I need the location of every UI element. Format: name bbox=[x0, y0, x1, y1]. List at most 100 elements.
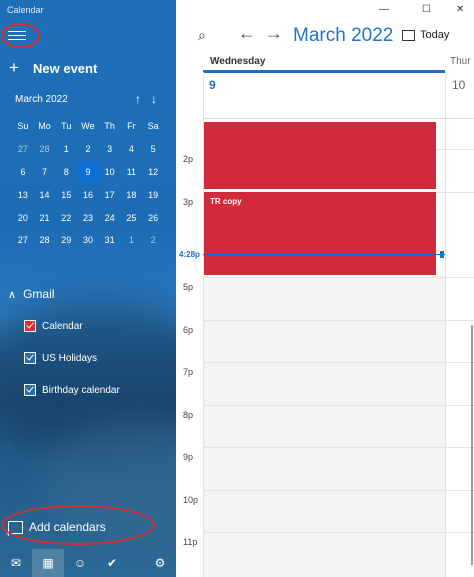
checkbox[interactable] bbox=[24, 320, 36, 332]
arrow-right-icon[interactable]: → bbox=[265, 23, 283, 44]
hour-label: 6p bbox=[183, 325, 194, 335]
current-time-line bbox=[203, 254, 445, 255]
mini-calendar-day[interactable]: 4 bbox=[121, 138, 143, 161]
hour-label: 3p bbox=[183, 197, 194, 207]
hour-line bbox=[203, 320, 474, 321]
mini-calendar-day[interactable]: 13 bbox=[12, 183, 34, 206]
mini-calendar-day[interactable]: 27 bbox=[12, 229, 34, 252]
mini-calendar-day[interactable]: 19 bbox=[142, 183, 164, 206]
next-day-number[interactable]: 10 bbox=[452, 78, 465, 92]
checkbox[interactable] bbox=[24, 352, 36, 364]
hour-label: 10p bbox=[183, 495, 199, 505]
mini-calendar-day[interactable]: 1 bbox=[121, 229, 143, 252]
month-title[interactable]: March 2022 bbox=[293, 25, 393, 47]
mini-calendar-day[interactable]: 17 bbox=[99, 183, 121, 206]
divider bbox=[445, 72, 446, 577]
current-time-marker bbox=[440, 251, 444, 258]
mini-calendar-day[interactable]: 8 bbox=[55, 161, 77, 184]
mini-calendar-day[interactable]: 29 bbox=[55, 229, 77, 252]
mini-calendar-day[interactable]: 3 bbox=[99, 138, 121, 161]
mini-calendar-day[interactable]: 22 bbox=[55, 206, 77, 229]
selected-day-indicator bbox=[203, 70, 445, 73]
app-title: Calendar bbox=[7, 5, 44, 15]
calendar-item-calendar[interactable]: Calendar bbox=[24, 320, 83, 332]
weekday-header: Su bbox=[17, 121, 29, 132]
people-icon[interactable]: ☺ bbox=[64, 556, 96, 570]
mini-calendar-day[interactable]: 26 bbox=[142, 206, 164, 229]
weekday-header: Mo bbox=[38, 121, 51, 132]
mini-calendar-day[interactable]: 9 bbox=[77, 160, 99, 184]
mini-calendar-day[interactable]: 28 bbox=[34, 138, 56, 161]
plus-icon: + bbox=[9, 58, 19, 77]
search-icon[interactable]: ⌕ bbox=[198, 27, 206, 44]
day-view: — ☐ ✕ ⌕ ← → March 2022 Today Wednesday T… bbox=[176, 0, 474, 577]
mini-calendar-day[interactable]: 5 bbox=[142, 138, 164, 161]
next-day-name: Thur bbox=[450, 56, 471, 67]
todo-icon[interactable]: ✔ bbox=[96, 556, 128, 570]
mini-calendar-day[interactable]: 11 bbox=[121, 161, 143, 184]
mini-calendar-day[interactable]: 16 bbox=[77, 183, 99, 206]
minimize-icon[interactable]: — bbox=[379, 4, 389, 15]
calendar-icon[interactable]: ▦ bbox=[32, 549, 64, 577]
hour-line bbox=[203, 532, 474, 533]
hour-label: 2p bbox=[183, 154, 194, 164]
arrow-down-icon[interactable]: ↓ bbox=[151, 92, 157, 106]
today-button[interactable]: Today bbox=[402, 29, 449, 41]
hour-label: 11p bbox=[183, 537, 198, 547]
hour-line bbox=[203, 490, 474, 491]
calendar-item-birthday[interactable]: Birthday calendar bbox=[24, 384, 120, 396]
new-event-button[interactable]: + New event bbox=[9, 58, 97, 77]
arrow-up-icon[interactable]: ↑ bbox=[135, 92, 141, 106]
mini-calendar-day[interactable]: 6 bbox=[12, 161, 34, 184]
mini-calendar-month: March 2022 bbox=[15, 94, 68, 105]
maximize-icon[interactable]: ☐ bbox=[422, 4, 431, 15]
mini-calendar-day[interactable]: 10 bbox=[99, 161, 121, 184]
mini-calendar-day[interactable]: 28 bbox=[34, 229, 56, 252]
mini-calendar: Su Mo Tu We Th Fr Sa 27 28 1 2 3 4 5 6 7 8 9 10 11 12 13 14 15… bbox=[12, 115, 164, 252]
event-block[interactable]: TR copy bbox=[204, 192, 436, 275]
mail-icon[interactable]: ✉ bbox=[0, 556, 32, 570]
mini-calendar-day[interactable]: 12 bbox=[142, 161, 164, 184]
chevron-up-icon: ∧ bbox=[8, 288, 17, 301]
settings-icon[interactable]: ⚙ bbox=[144, 556, 176, 570]
scrollbar[interactable] bbox=[471, 325, 473, 565]
mini-calendar-day[interactable]: 25 bbox=[121, 206, 143, 229]
mini-calendar-day[interactable]: 21 bbox=[34, 206, 56, 229]
mini-calendar-day[interactable]: 14 bbox=[34, 183, 56, 206]
mini-calendar-header: March 2022 ↑ ↓ bbox=[15, 92, 165, 106]
annotation-circle bbox=[1, 505, 155, 545]
checkbox[interactable] bbox=[24, 384, 36, 396]
annotation-circle bbox=[1, 23, 40, 48]
today-icon bbox=[402, 29, 415, 41]
mini-calendar-day[interactable]: 2 bbox=[77, 138, 99, 161]
account-gmail-toggle[interactable]: ∧ Gmail bbox=[8, 287, 54, 301]
hour-label: 5p bbox=[183, 282, 194, 292]
current-time-label: 4:28p bbox=[179, 250, 200, 259]
hour-label: 7p bbox=[183, 367, 194, 377]
mini-calendar-day[interactable]: 27 bbox=[12, 138, 34, 161]
calendar-item-us-holidays[interactable]: US Holidays bbox=[24, 352, 97, 364]
arrow-left-icon[interactable]: ← bbox=[238, 23, 256, 44]
mini-calendar-day[interactable]: 2 bbox=[142, 229, 164, 252]
weekday-header: Tu bbox=[61, 121, 72, 132]
mini-calendar-day[interactable]: 20 bbox=[12, 206, 34, 229]
mini-calendar-day[interactable]: 7 bbox=[34, 161, 56, 184]
weekday-header: Sa bbox=[147, 121, 159, 132]
mini-calendar-day[interactable]: 1 bbox=[55, 138, 77, 161]
weekday-header: Th bbox=[104, 121, 115, 132]
hour-label: 8p bbox=[183, 410, 194, 420]
day-number[interactable]: 9 bbox=[209, 78, 216, 92]
event-block[interactable] bbox=[204, 122, 436, 189]
day-name: Wednesday bbox=[210, 56, 266, 67]
mini-calendar-day[interactable]: 15 bbox=[55, 183, 77, 206]
hour-line bbox=[203, 277, 474, 278]
mini-calendar-day[interactable]: 23 bbox=[77, 206, 99, 229]
bottom-nav: ✉ ▦ ☺ ✔ ⚙ bbox=[0, 549, 176, 577]
mini-calendar-day[interactable]: 18 bbox=[121, 183, 143, 206]
mini-calendar-day[interactable]: 24 bbox=[99, 206, 121, 229]
hour-line bbox=[203, 405, 474, 406]
mini-calendar-day[interactable]: 31 bbox=[99, 229, 121, 252]
sidebar: Calendar + New event March 2022 ↑ ↓ Su Mo T… bbox=[0, 0, 176, 577]
close-icon[interactable]: ✕ bbox=[456, 4, 464, 15]
mini-calendar-day[interactable]: 30 bbox=[77, 229, 99, 252]
